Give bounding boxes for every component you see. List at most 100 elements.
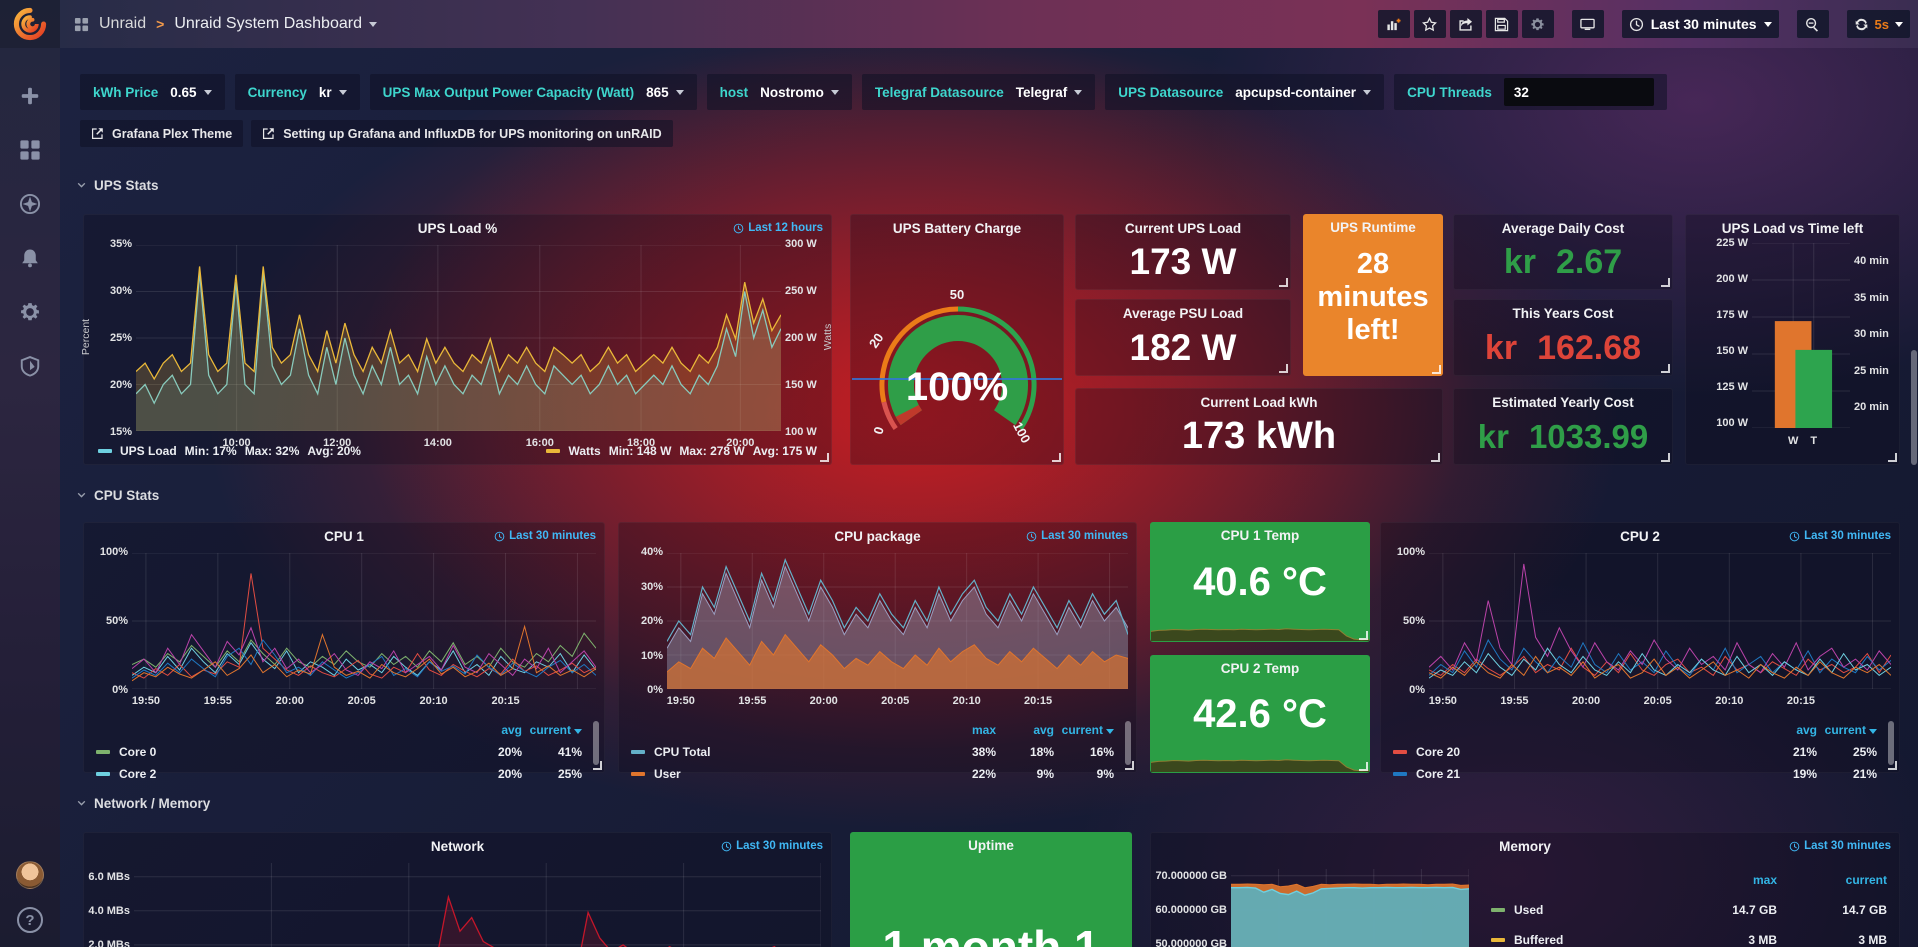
legend-sort-current[interactable]: current: [522, 723, 594, 737]
variable-currency[interactable]: Currencykr: [235, 74, 360, 110]
dashboard-title[interactable]: Unraid System Dashboard: [174, 15, 377, 33]
stat-value: 42.6 °C: [1150, 692, 1370, 737]
ups-load-chart[interactable]: [136, 245, 781, 431]
panel-title[interactable]: Average Daily Cost: [1454, 221, 1672, 236]
legend-sort-avg[interactable]: avg: [996, 723, 1054, 737]
legend-scrollbar[interactable]: [1125, 721, 1131, 765]
ups-load-vs-time-chart[interactable]: [1752, 243, 1850, 428]
panel-title[interactable]: Current Load kWh: [1076, 395, 1442, 410]
legend-series-name[interactable]: Buffered: [1491, 933, 1687, 947]
y-axis-left: 225 W200 W175 W150 W125 W100 W: [1692, 237, 1748, 429]
panel-memory: Memory Last 30 minutes 70.000000 GB 60.0…: [1150, 832, 1900, 947]
legend-sort-avg[interactable]: avg: [1759, 723, 1817, 737]
panel-time-range[interactable]: Last 30 minutes: [1789, 530, 1891, 542]
configuration-gear-icon[interactable]: [18, 300, 42, 324]
variable-ups-datasource[interactable]: UPS Datasourceapcupsd-container: [1105, 74, 1384, 110]
explore-compass-icon[interactable]: [18, 192, 42, 216]
clock-icon: [1789, 531, 1800, 542]
legend-series-name[interactable]: Watts: [568, 444, 600, 458]
stat-value: 1 month 1: [850, 920, 1132, 947]
x-axis: 19:5019:5520:0020:0520:1020:15: [132, 695, 596, 709]
dashboard-settings-button[interactable]: [1522, 10, 1554, 38]
create-plus-icon[interactable]: [18, 84, 42, 108]
y-tick: 2.0 MBs: [88, 939, 130, 947]
stat-value: 182 W: [1076, 327, 1290, 369]
legend-sort-max[interactable]: max: [938, 723, 996, 737]
panel-time-range[interactable]: Last 30 minutes: [1026, 530, 1128, 542]
panel-title[interactable]: CPU 2 Temp: [1150, 661, 1370, 676]
memory-chart[interactable]: [1231, 869, 1469, 947]
legend-series-name[interactable]: CPU Total: [631, 745, 938, 759]
link-grafana-plex-theme[interactable]: Grafana Plex Theme: [80, 120, 243, 147]
star-dashboard-button[interactable]: [1414, 10, 1446, 38]
grafana-logo[interactable]: [0, 0, 60, 48]
panel-title[interactable]: UPS Load %: [84, 221, 831, 236]
breadcrumb-section[interactable]: Unraid: [99, 15, 146, 33]
row-header-cpu-stats[interactable]: CPU Stats: [76, 488, 159, 503]
panel-title[interactable]: UPS Load vs Time left: [1686, 221, 1899, 236]
legend-scrollbar[interactable]: [593, 721, 599, 765]
share-dashboard-button[interactable]: [1450, 10, 1482, 38]
legend-sort-current[interactable]: current: [1054, 723, 1126, 737]
panel-title[interactable]: Network: [84, 839, 831, 854]
panel-title[interactable]: Current UPS Load: [1076, 221, 1290, 236]
panel-time-range[interactable]: Last 30 minutes: [721, 840, 823, 852]
network-chart[interactable]: [134, 863, 821, 947]
y-axis-left: 100%50%0%: [1387, 546, 1425, 696]
time-range-picker[interactable]: Last 30 minutes: [1622, 10, 1779, 38]
panel-title[interactable]: This Years Cost: [1454, 306, 1672, 321]
grafana-app: ? Unraid > Unraid System Dashboard: [0, 0, 1918, 947]
cpu2-chart[interactable]: [1429, 553, 1891, 689]
legend-series-name[interactable]: Core 20: [1393, 745, 1759, 759]
legend-sort-current[interactable]: current: [1817, 723, 1889, 737]
variable-telegraf-datasource[interactable]: Telegraf DatasourceTelegraf: [862, 74, 1095, 110]
help-icon[interactable]: ?: [17, 907, 43, 933]
legend-scrollbar[interactable]: [1888, 721, 1894, 765]
panel-title[interactable]: Memory: [1151, 839, 1899, 854]
link-ups-monitoring-guide[interactable]: Setting up Grafana and InfluxDB for UPS …: [251, 120, 672, 147]
panel-time-range[interactable]: Last 30 minutes: [1789, 840, 1891, 852]
legend-series-name[interactable]: Core 2: [96, 767, 464, 781]
legend-series-name[interactable]: Core 0: [96, 745, 464, 759]
user-avatar[interactable]: [16, 861, 44, 889]
variable-kwh-price[interactable]: kWh Price0.65: [80, 74, 225, 110]
stat-value: 40.6 °C: [1150, 560, 1370, 605]
sidebar-bottom: ?: [0, 861, 60, 933]
panel-title[interactable]: Uptime: [850, 838, 1132, 853]
legend-series-name[interactable]: Used: [1491, 903, 1687, 917]
row-header-ups-stats[interactable]: UPS Stats: [76, 178, 159, 193]
legend-sort-current[interactable]: current: [1777, 873, 1887, 887]
variable-ups-max-output[interactable]: UPS Max Output Power Capacity (Watt)865: [370, 74, 697, 110]
legend-series-name[interactable]: UPS Load: [120, 444, 177, 458]
page-scrollbar-thumb[interactable]: [1911, 350, 1917, 465]
add-panel-button[interactable]: [1378, 10, 1410, 38]
legend-series-name[interactable]: Core 21: [1393, 767, 1759, 781]
dashboard-grid-icon[interactable]: [74, 17, 89, 32]
panel-time-range[interactable]: Last 30 minutes: [494, 530, 596, 542]
top-navbar: Unraid > Unraid System Dashboard Last 30…: [60, 0, 1918, 48]
panel-title[interactable]: Estimated Yearly Cost: [1454, 395, 1672, 410]
save-dashboard-button[interactable]: [1486, 10, 1518, 38]
panel-title[interactable]: CPU 1 Temp: [1150, 528, 1370, 543]
cpu-package-chart[interactable]: [667, 553, 1128, 689]
variable-host[interactable]: hostNostromo: [707, 74, 852, 110]
clock-icon: [721, 841, 732, 852]
server-admin-shield-icon[interactable]: [18, 354, 42, 378]
legend-sort-max[interactable]: max: [1687, 873, 1777, 887]
clock-icon: [1026, 531, 1037, 542]
refresh-picker[interactable]: 5s: [1847, 10, 1910, 38]
alerting-bell-icon[interactable]: [18, 246, 42, 270]
legend-series-name[interactable]: User: [631, 767, 938, 781]
panel-ups-battery-charge: UPS Battery Charge 50 20 0 100 100%: [850, 214, 1064, 465]
panel-time-range[interactable]: Last 12 hours: [733, 222, 823, 234]
panel-cpu-package: CPU package Last 30 minutes 40%30%20%10%…: [618, 522, 1137, 773]
row-header-network-memory[interactable]: Network / Memory: [76, 796, 210, 811]
dashboards-icon[interactable]: [18, 138, 42, 162]
legend-sort-avg[interactable]: avg: [464, 723, 522, 737]
cpu-threads-input[interactable]: [1504, 78, 1654, 106]
cpu1-chart[interactable]: [132, 553, 596, 689]
panel-title[interactable]: Average PSU Load: [1076, 306, 1290, 321]
panel-title[interactable]: UPS Runtime: [1303, 220, 1443, 235]
zoom-out-time-button[interactable]: [1797, 10, 1829, 38]
cycle-view-mode-button[interactable]: [1572, 10, 1604, 38]
